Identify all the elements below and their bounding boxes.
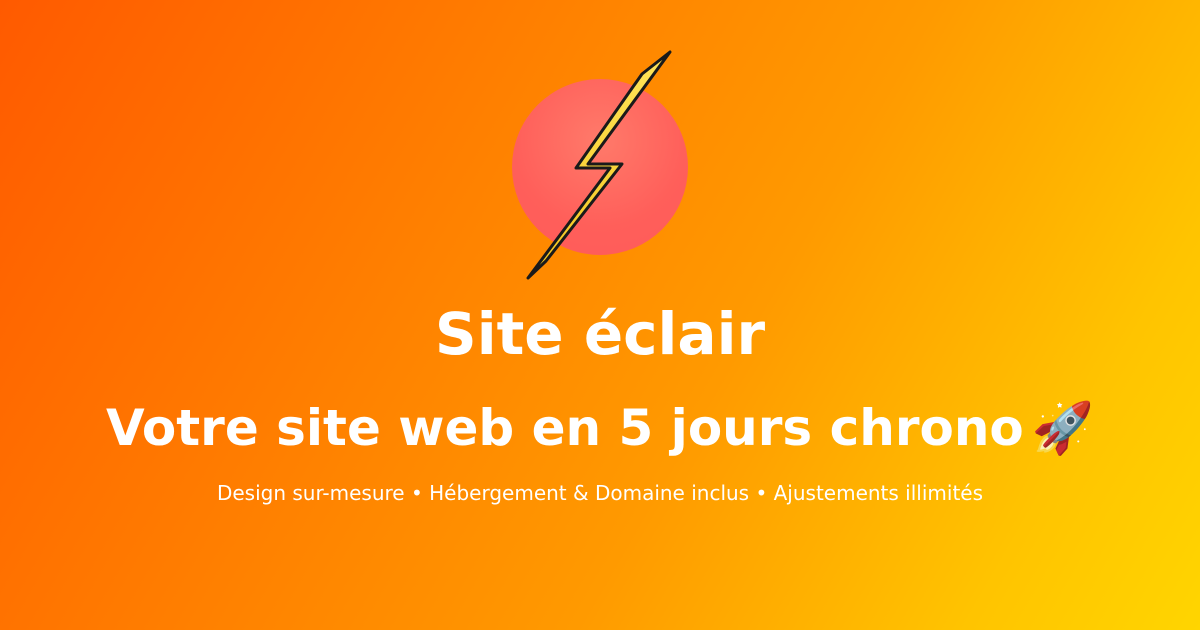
tagline: Votre site web en 5 jours chrono 🚀 bbox=[0, 388, 1200, 468]
rocket-icon: 🚀 bbox=[1031, 399, 1095, 457]
lightning-bolt-icon bbox=[526, 50, 672, 280]
logo bbox=[500, 46, 700, 286]
hero-banner: Site éclair Votre site web en 5 jours ch… bbox=[0, 0, 1200, 630]
tagline-text: Votre site web en 5 jours chrono bbox=[105, 399, 1024, 457]
features-list: Design sur-mesure • Hébergement & Domain… bbox=[216, 481, 984, 505]
page-title: Site éclair bbox=[434, 300, 766, 368]
